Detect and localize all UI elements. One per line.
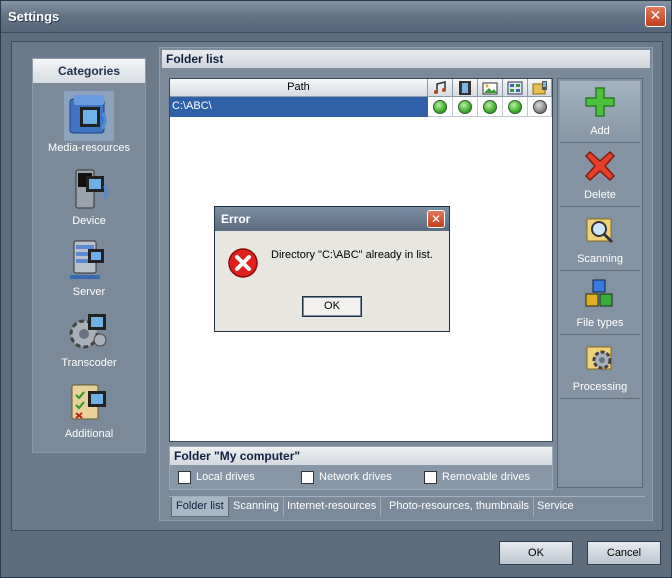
checkbox-box[interactable]: [424, 471, 437, 484]
my-computer-group: Folder "My computer" Local drives Networ…: [169, 446, 553, 490]
checkbox-box[interactable]: [178, 471, 191, 484]
add-button[interactable]: Add: [560, 81, 640, 143]
row-flag-cell[interactable]: [528, 97, 552, 117]
scanning-icon: [584, 214, 616, 246]
categories-header: Categories: [33, 59, 145, 83]
ok-button[interactable]: OK: [499, 541, 573, 565]
my-computer-title: Folder "My computer": [170, 447, 552, 465]
tab-service[interactable]: Service: [533, 497, 578, 517]
removable-drives-checkbox[interactable]: Removable drives: [424, 471, 544, 485]
category-label: Media-resources: [48, 142, 130, 154]
row-flag-cell[interactable]: [453, 97, 478, 117]
file-types-button[interactable]: File types: [560, 273, 640, 335]
folder-icon[interactable]: [528, 79, 552, 97]
row-path: C:\ABC\: [172, 100, 212, 112]
green-status-dot: [458, 100, 472, 114]
delete-icon: [584, 150, 616, 182]
checkbox-label: Network drives: [319, 471, 392, 483]
tab-internet-resources[interactable]: Internet-resources: [283, 497, 382, 517]
row-flag-cell[interactable]: [478, 97, 503, 117]
playlist-icon[interactable]: [503, 79, 528, 97]
error-dialog: Error ✕ Directory "C:\ABC" already in li…: [214, 206, 450, 332]
local-drives-checkbox[interactable]: Local drives: [178, 471, 288, 485]
error-dialog-close-button[interactable]: ✕: [427, 210, 445, 228]
media-resources-icon: [64, 91, 114, 141]
delete-button[interactable]: Delete: [560, 145, 640, 207]
error-icon: [227, 247, 259, 279]
category-label: Device: [72, 215, 106, 227]
category-label: Server: [72, 286, 106, 298]
error-message: Directory "C:\ABC" already in list.: [271, 249, 433, 261]
checkbox-label: Local drives: [196, 471, 255, 483]
button-label: Delete: [584, 189, 616, 201]
device-icon: [64, 164, 114, 214]
photo-icon[interactable]: [478, 79, 503, 97]
cancel-button[interactable]: Cancel: [587, 541, 661, 565]
network-drives-checkbox[interactable]: Network drives: [301, 471, 411, 485]
processing-button[interactable]: Processing: [560, 337, 640, 399]
error-dialog-title-text: Error: [221, 212, 251, 226]
row-flag-cell[interactable]: [503, 97, 528, 117]
processing-icon: [584, 342, 616, 374]
tab-scanning[interactable]: Scanning: [229, 497, 284, 517]
green-status-dot: [483, 100, 497, 114]
music-icon[interactable]: [428, 79, 453, 97]
tab-folder-list[interactable]: Folder list: [171, 497, 229, 517]
folder-list-header: Folder list: [162, 50, 650, 68]
category-media-resources[interactable]: Media-resources: [39, 91, 139, 161]
category-device[interactable]: Device: [39, 164, 139, 234]
button-label: File types: [576, 317, 624, 329]
server-icon: [64, 235, 114, 285]
category-label: Additional: [64, 428, 114, 440]
green-status-dot: [433, 100, 447, 114]
button-label: Scanning: [577, 253, 623, 265]
error-ok-button[interactable]: OK: [302, 296, 362, 317]
table-row[interactable]: C:\ABC\: [170, 97, 552, 117]
video-icon[interactable]: [453, 79, 478, 97]
error-dialog-title[interactable]: Error: [215, 207, 449, 231]
window-title: Settings: [8, 9, 60, 24]
gray-status-dot: [533, 100, 547, 114]
tab-photo-resources[interactable]: Photo-resources, thumbnails: [385, 497, 535, 517]
checkbox-label: Removable drives: [442, 471, 531, 483]
category-server[interactable]: Server: [39, 235, 139, 305]
category-transcoder[interactable]: Transcoder: [39, 306, 139, 376]
bottom-tabs: Folder list Scanning Internet-resources …: [169, 496, 645, 517]
window-close-button[interactable]: ✕: [645, 6, 666, 27]
additional-icon: [64, 377, 114, 427]
button-label: Add: [590, 125, 610, 137]
scanning-button[interactable]: Scanning: [560, 209, 640, 271]
categories-panel: Categories Media-resources Device Server…: [32, 58, 146, 453]
category-label: Transcoder: [61, 357, 117, 369]
transcoder-icon: [64, 306, 114, 356]
category-additional[interactable]: Additional: [39, 377, 139, 447]
green-status-dot: [508, 100, 522, 114]
row-flag-cell[interactable]: [428, 97, 453, 117]
file-types-icon: [584, 278, 616, 310]
add-icon: [584, 86, 616, 118]
side-toolbar: Add Delete Scanning File types Processin…: [557, 78, 643, 488]
title-bar[interactable]: Settings ✕: [1, 1, 671, 33]
column-header-path[interactable]: Path: [170, 79, 428, 97]
button-label: Processing: [572, 381, 628, 393]
checkbox-box[interactable]: [301, 471, 314, 484]
